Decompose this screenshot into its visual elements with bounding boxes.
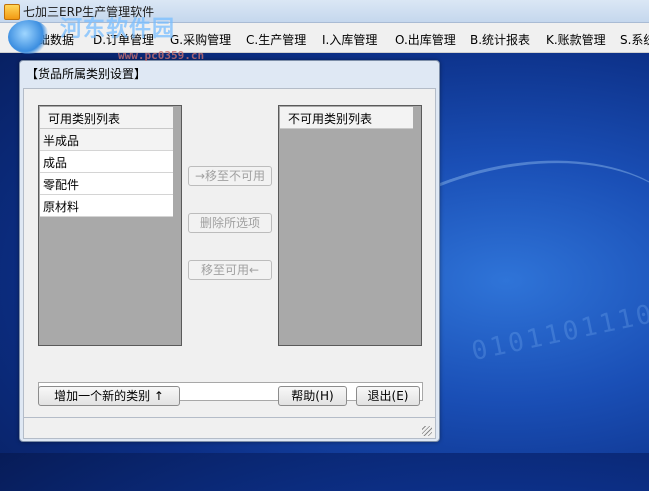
menu-system[interactable]: S.系统 xyxy=(620,31,649,48)
unavailable-category-list[interactable]: 不可用类别列表 xyxy=(278,105,422,346)
move-to-available-button[interactable]: 移至可用← xyxy=(188,260,272,280)
exit-button[interactable]: 退出(E) xyxy=(356,386,420,406)
available-list-header: 可用类别列表 xyxy=(40,107,173,129)
resize-grip-icon[interactable] xyxy=(422,426,432,436)
delete-selected-button[interactable]: 删除所选项 xyxy=(188,213,272,233)
list-item[interactable]: 原材料 xyxy=(40,195,173,217)
watermark-logo-icon xyxy=(8,20,50,54)
add-category-button[interactable]: 增加一个新的类别 ↑ xyxy=(38,386,180,406)
menu-production-management[interactable]: C.生产管理 xyxy=(246,31,306,48)
menu-purchase-management[interactable]: G.采购管理 xyxy=(170,31,231,48)
dialog-title: 【货品所属类别设置】 xyxy=(26,67,147,81)
watermark-url: www.pc0359.cn xyxy=(118,49,205,62)
help-button[interactable]: 帮助(H) xyxy=(278,386,347,406)
menu-accounts-management[interactable]: K.账款管理 xyxy=(546,31,606,48)
move-to-unavailable-button[interactable]: →移至不可用 xyxy=(188,166,272,186)
menu-outbound-management[interactable]: O.出库管理 xyxy=(395,31,456,48)
menu-inbound-management[interactable]: I.入库管理 xyxy=(322,31,377,48)
dialog-client-area: 可用类别列表 半成品 成品 零配件 原材料 不可用类别列表 →移至不可用 删除所… xyxy=(23,88,436,418)
list-item[interactable]: 零配件 xyxy=(40,173,173,195)
watermark-text: 河东软件园 xyxy=(60,17,176,42)
menu-statistics-reports[interactable]: B.统计报表 xyxy=(470,31,530,48)
unavailable-list-header: 不可用类别列表 xyxy=(280,107,413,129)
list-item[interactable]: 成品 xyxy=(40,151,173,173)
list-item[interactable]: 半成品 xyxy=(40,129,173,151)
category-settings-dialog: 【货品所属类别设置】 可用类别列表 半成品 成品 零配件 原材料 不可用类别列表… xyxy=(19,60,440,442)
available-category-list[interactable]: 可用类别列表 半成品 成品 零配件 原材料 xyxy=(38,105,182,346)
app-icon xyxy=(4,4,20,20)
dialog-statusbar xyxy=(23,417,436,439)
